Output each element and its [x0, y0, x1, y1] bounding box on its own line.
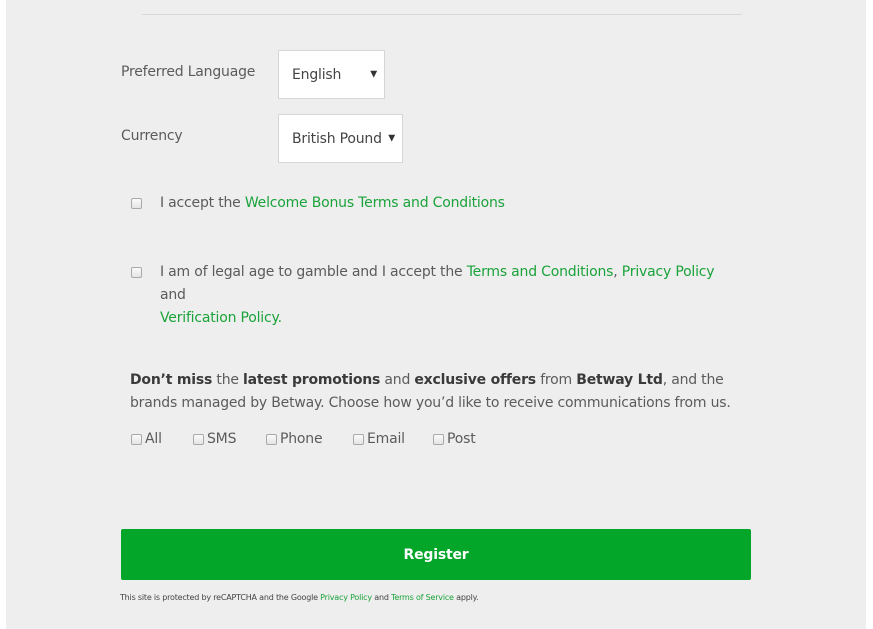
currency-select[interactable]: British Pound ▼ [278, 114, 403, 163]
recaptcha-notice: This site is protected by reCAPTCHA and … [120, 593, 479, 602]
google-terms-of-service-link[interactable]: Terms of Service [391, 593, 454, 602]
privacy-policy-link[interactable]: Privacy Policy [622, 264, 715, 280]
channel-sms-checkbox[interactable] [193, 433, 204, 445]
section-divider [142, 14, 742, 15]
verification-policy-link[interactable]: Verification Policy [160, 310, 278, 326]
channel-phone-option[interactable]: Phone [266, 431, 323, 447]
marketing-consent-text: Don’t miss the latest promotions and exc… [130, 372, 731, 411]
channel-post-checkbox[interactable] [433, 433, 444, 445]
channel-sms-option[interactable]: SMS [193, 431, 236, 447]
google-privacy-policy-link[interactable]: Privacy Policy [320, 593, 372, 602]
legal-age-checkbox[interactable] [131, 267, 142, 278]
bonus-terms-text: I accept the Welcome Bonus Terms and Con… [160, 195, 505, 211]
legal-age-text: I am of legal age to gamble and I accept… [160, 264, 715, 326]
currency-select-value: British Pound [292, 130, 382, 147]
chevron-down-icon: ▼ [370, 69, 377, 79]
chevron-down-icon: ▼ [388, 133, 395, 143]
register-button[interactable]: Register [121, 529, 751, 580]
language-select-value: English [292, 66, 342, 83]
channel-email-checkbox[interactable] [353, 433, 364, 445]
welcome-bonus-terms-link[interactable]: Welcome Bonus Terms and Conditions [245, 195, 505, 211]
channel-phone-checkbox[interactable] [266, 433, 277, 445]
terms-and-conditions-link[interactable]: Terms and Conditions [467, 264, 614, 280]
bonus-terms-checkbox[interactable] [131, 198, 142, 209]
channel-all-checkbox[interactable] [131, 433, 142, 445]
language-select[interactable]: English ▼ [278, 50, 385, 99]
channel-all-option[interactable]: All [131, 431, 162, 447]
language-label: Preferred Language [121, 64, 256, 80]
channel-email-option[interactable]: Email [353, 431, 405, 447]
currency-label: Currency [121, 128, 183, 144]
channel-post-option[interactable]: Post [433, 431, 476, 447]
